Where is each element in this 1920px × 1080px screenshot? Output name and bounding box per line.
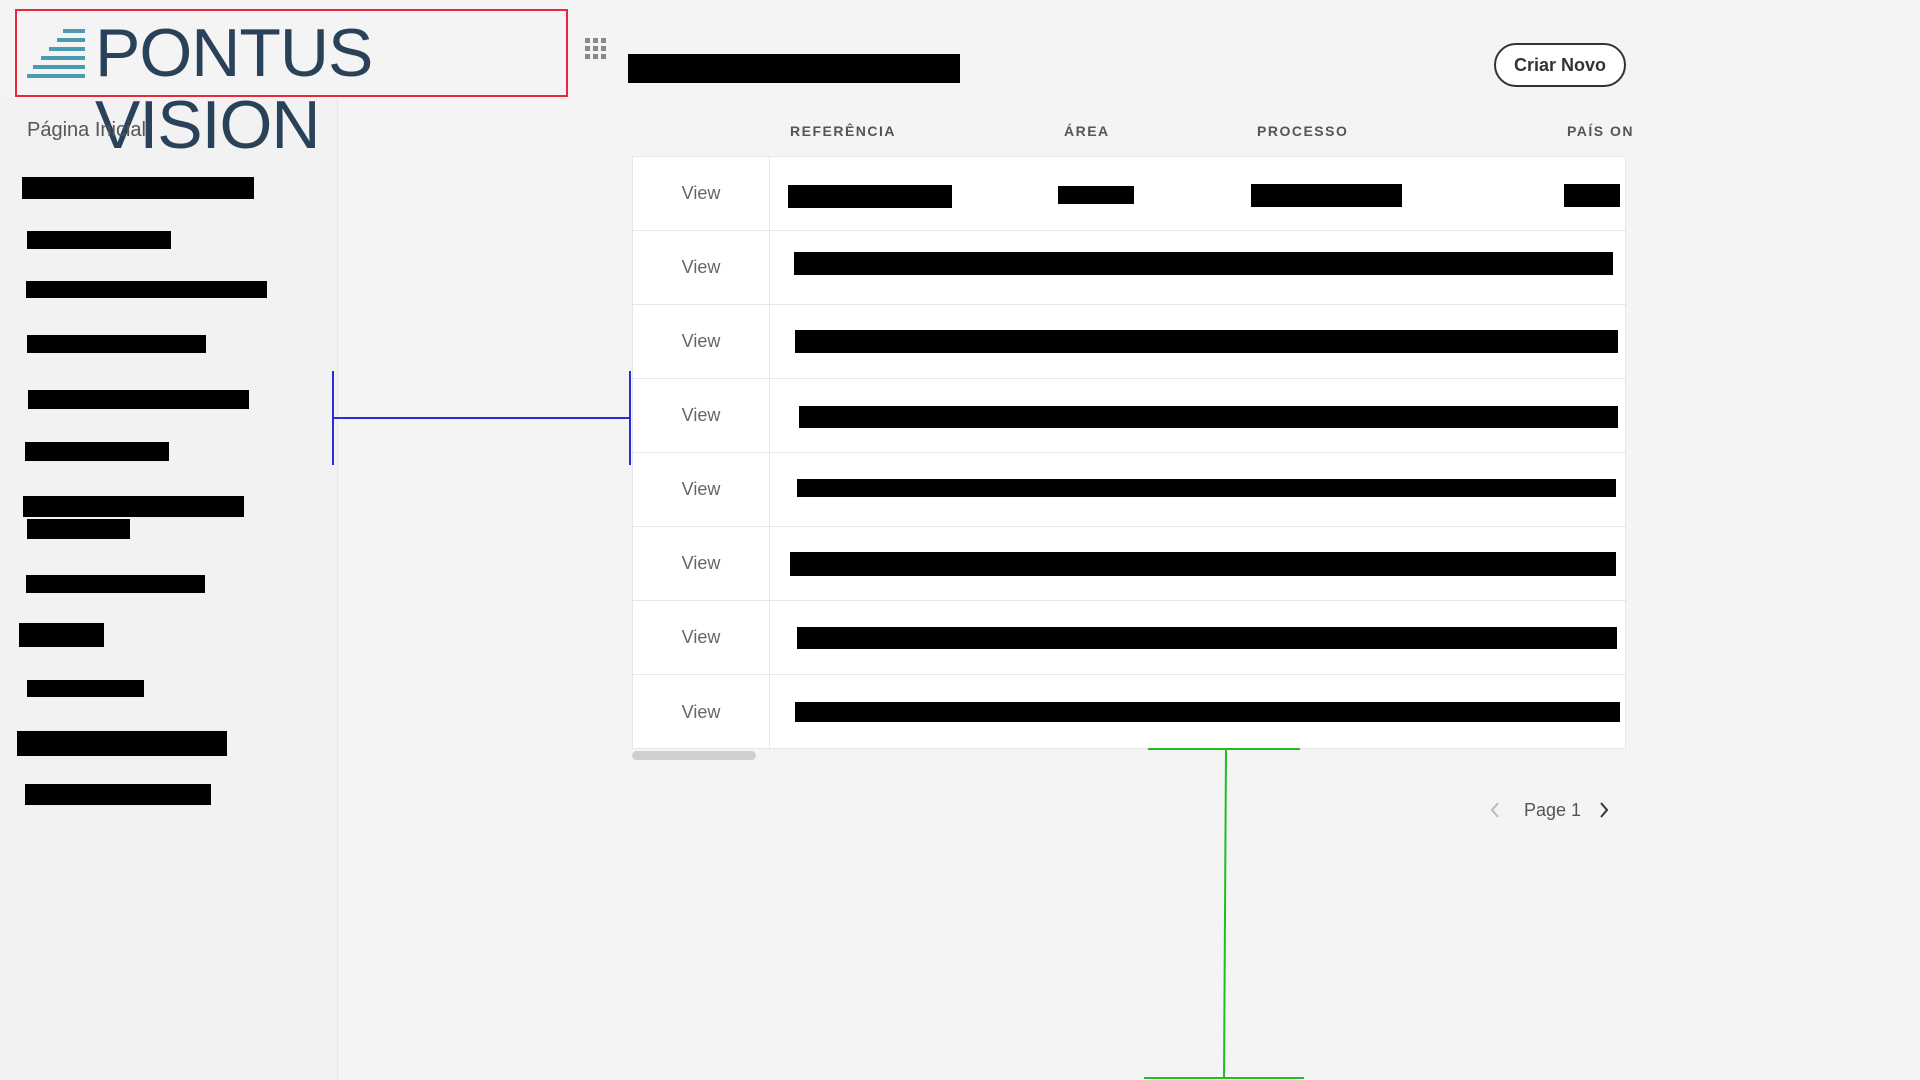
row-content (794, 252, 1613, 275)
cell-reference (788, 185, 952, 208)
cell-area (1058, 186, 1134, 204)
view-link[interactable]: View (633, 453, 770, 526)
apps-grid-icon[interactable] (585, 38, 607, 60)
view-link[interactable]: View (633, 675, 770, 749)
view-link[interactable]: View (633, 527, 770, 600)
stair-lines-icon (27, 29, 85, 78)
sidebar-item[interactable] (19, 623, 104, 647)
view-link[interactable]: View (633, 231, 770, 304)
cell-country (1564, 184, 1620, 207)
sidebar-item[interactable] (27, 335, 206, 353)
create-new-button[interactable]: Criar Novo (1494, 43, 1626, 87)
sidebar-item-home[interactable]: Página Inicial (27, 119, 146, 142)
sidebar-item[interactable] (25, 784, 211, 805)
logo-text: PONTUS VISION (95, 15, 373, 163)
sidebar-item[interactable] (17, 731, 227, 756)
row-content (795, 702, 1620, 722)
horizontal-scrollbar[interactable] (632, 751, 756, 760)
column-header-country[interactable]: PAÍS ON (1567, 123, 1634, 139)
sidebar-item[interactable] (26, 281, 267, 298)
sidebar-item[interactable] (27, 231, 171, 249)
view-link[interactable]: View (633, 157, 770, 230)
sidebar-item[interactable] (23, 496, 244, 517)
chevron-right-icon[interactable] (1598, 800, 1610, 820)
page-indicator: Page 1 (1524, 800, 1582, 820)
sidebar-item-continued[interactable] (27, 519, 130, 539)
row-content (797, 627, 1617, 649)
view-link[interactable]: View (633, 601, 770, 674)
column-header-process[interactable]: PROCESSO (1257, 123, 1348, 139)
view-link[interactable]: View (633, 305, 770, 378)
page-title (628, 54, 960, 83)
column-header-reference[interactable]: REFERÊNCIA (790, 123, 896, 139)
cell-process (1251, 184, 1402, 207)
sidebar-item[interactable] (25, 442, 169, 461)
row-content (790, 552, 1616, 576)
sidebar-item[interactable] (27, 680, 144, 697)
row-content (799, 406, 1618, 428)
sidebar-item[interactable] (26, 575, 205, 593)
chevron-left-icon[interactable] (1489, 800, 1501, 820)
row-content (797, 479, 1616, 497)
logo[interactable]: PONTUS VISION (15, 9, 568, 161)
sidebar-item[interactable] (28, 390, 249, 409)
view-link[interactable]: View (633, 379, 770, 452)
row-content (795, 330, 1618, 353)
records-table: View View View View View View View View (632, 156, 1627, 749)
sidebar-item[interactable] (22, 177, 254, 199)
column-header-area[interactable]: ÁREA (1064, 123, 1110, 139)
